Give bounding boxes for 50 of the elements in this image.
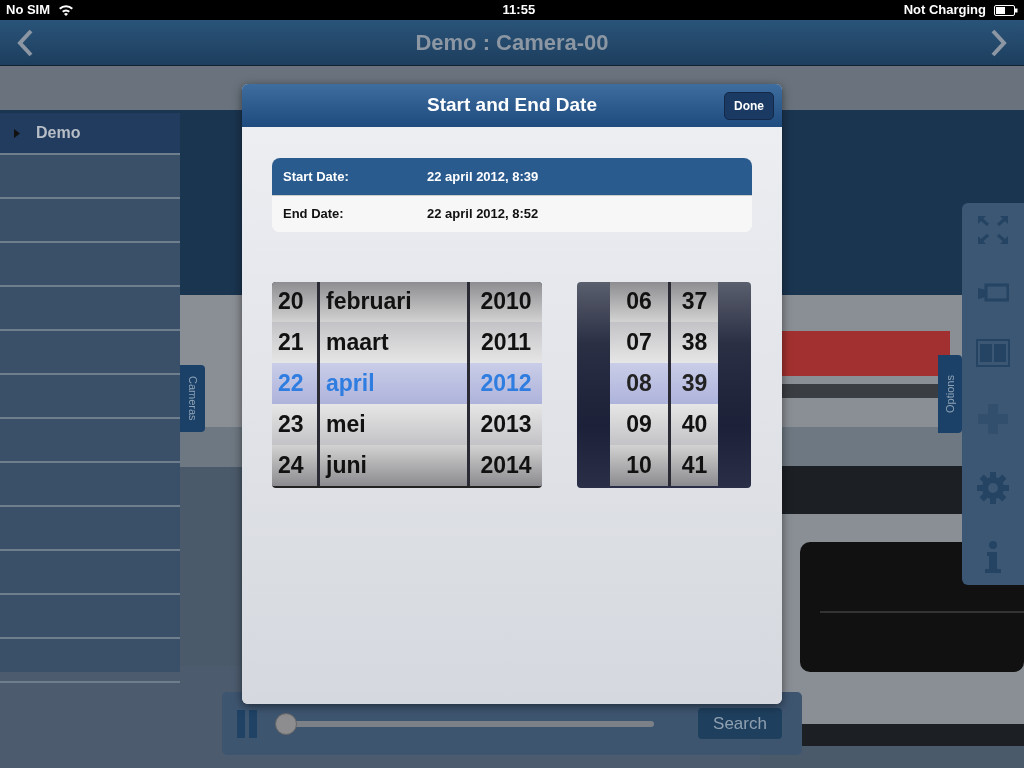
day-value: 21 bbox=[278, 328, 304, 358]
minute-value: 37 bbox=[681, 287, 708, 317]
date-picker[interactable]: 20 februari 2010 21 maart 2011 22 april 2012 23 mei 2013 24 juni 2014 bbox=[272, 282, 542, 488]
date-value: 22 april 2012, 8:39 bbox=[427, 167, 539, 186]
sidebar-item[interactable]: Demo bbox=[0, 113, 180, 155]
day-value: 23 bbox=[278, 410, 304, 440]
day-value: 22 bbox=[278, 369, 304, 399]
back-icon[interactable] bbox=[16, 28, 34, 57]
screen-title: Demo : Camera-00 bbox=[415, 29, 609, 57]
month-value: juni bbox=[326, 451, 367, 481]
dialog-title: Start and End Date bbox=[427, 93, 597, 118]
month-value: mei bbox=[326, 410, 366, 440]
hour-value: 06 bbox=[626, 287, 652, 317]
options-tab[interactable]: Options bbox=[938, 355, 962, 433]
hour-value: 08 bbox=[626, 369, 652, 399]
done-button[interactable]: Done bbox=[724, 92, 774, 120]
pause-icon[interactable] bbox=[236, 708, 258, 739]
date-row[interactable]: Start Date: 22 april 2012, 8:39 bbox=[272, 158, 752, 195]
triangle-icon bbox=[14, 128, 20, 138]
forward-icon[interactable] bbox=[990, 28, 1008, 57]
month-value: maart bbox=[326, 328, 389, 358]
hour-value: 09 bbox=[626, 410, 652, 440]
minute-value: 40 bbox=[681, 410, 708, 440]
date-value: 22 april 2012, 8:52 bbox=[427, 205, 539, 224]
date-row[interactable]: End Date: 22 april 2012, 8:52 bbox=[272, 195, 752, 232]
month-value: april bbox=[326, 369, 375, 399]
sidebar-label: Demo bbox=[36, 123, 81, 143]
hour-value: 10 bbox=[626, 451, 652, 481]
date-label: Start Date: bbox=[283, 167, 350, 186]
cameras-tab[interactable]: Cameras bbox=[180, 365, 205, 432]
year-value: 2012 bbox=[480, 369, 532, 399]
minute-value: 39 bbox=[681, 369, 708, 399]
hour-value: 07 bbox=[626, 328, 652, 358]
search-button[interactable]: Search bbox=[698, 708, 782, 739]
charging-label: Not Charging bbox=[903, 1, 986, 20]
clock-label: 11:55 bbox=[502, 1, 536, 20]
carrier-label: No SIM bbox=[6, 1, 51, 20]
year-value: 2014 bbox=[480, 451, 532, 481]
minute-value: 41 bbox=[681, 451, 708, 481]
year-value: 2010 bbox=[480, 287, 532, 317]
day-value: 20 bbox=[278, 287, 304, 317]
day-value: 24 bbox=[278, 451, 304, 481]
minute-value: 38 bbox=[681, 328, 708, 358]
year-value: 2011 bbox=[481, 328, 531, 358]
time-picker[interactable]: 06 37 07 38 08 39 09 40 10 41 bbox=[577, 282, 751, 488]
year-value: 2013 bbox=[480, 410, 532, 440]
month-value: februari bbox=[326, 287, 412, 317]
date-label: End Date: bbox=[283, 205, 345, 224]
battery-icon bbox=[994, 4, 1018, 16]
wifi-icon bbox=[58, 4, 75, 16]
